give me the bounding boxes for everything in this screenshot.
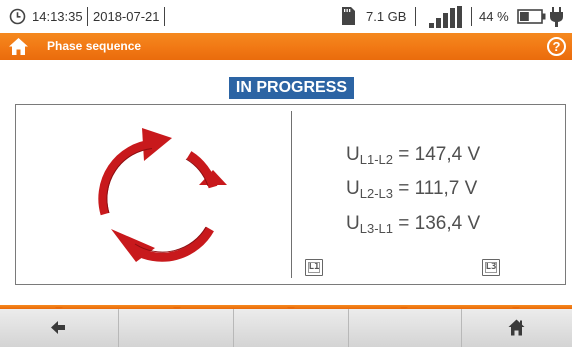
home-button[interactable] xyxy=(462,309,572,347)
signal-icon xyxy=(429,6,462,28)
status-separator xyxy=(471,7,472,26)
back-button[interactable] xyxy=(0,309,119,347)
voltage-reading: UL3-L1 = 136,4 V xyxy=(346,213,481,236)
phase-tag-l1: L1 xyxy=(305,259,323,276)
bottom-toolbar xyxy=(0,309,572,347)
status-separator xyxy=(87,7,88,26)
storage-free: 7.1 GB xyxy=(366,9,407,24)
toolbar-button-4[interactable] xyxy=(349,309,462,347)
rotation-area xyxy=(16,105,291,284)
status-bar: 14:13:35 2018-07-21 7.1 GB 44 % xyxy=(0,0,572,33)
toolbar-button-3[interactable] xyxy=(234,309,349,347)
home-icon xyxy=(508,319,525,336)
clock-date: 2018-07-21 xyxy=(93,9,160,24)
battery-percent: 44 % xyxy=(479,9,509,24)
page-title: Phase sequence xyxy=(47,39,142,53)
status-badge: IN PROGRESS xyxy=(229,77,354,99)
help-button[interactable]: ? xyxy=(547,37,566,56)
plug-icon xyxy=(550,7,563,27)
home-icon[interactable] xyxy=(8,37,29,56)
back-icon xyxy=(51,321,65,334)
status-separator xyxy=(164,7,165,26)
phase-tag-l3: L3 xyxy=(482,259,500,276)
sd-card-icon xyxy=(342,7,355,25)
clock-icon xyxy=(9,8,26,25)
clock-time: 14:13:35 xyxy=(32,9,83,24)
measurement-panel: UL1-L2 = 147,4 V UL2-L3 = 111,7 V UL3-L1… xyxy=(15,104,566,285)
help-icon: ? xyxy=(552,39,561,54)
rotation-arrows-icon xyxy=(98,128,227,262)
title-bar: Phase sequence ? xyxy=(0,33,572,60)
toolbar-button-2[interactable] xyxy=(119,309,234,347)
voltage-reading: UL2-L3 = 111,7 V xyxy=(346,178,478,201)
status-separator xyxy=(415,7,416,26)
battery-icon xyxy=(517,9,546,24)
panel-divider xyxy=(291,111,292,278)
voltage-reading: UL1-L2 = 147,4 V xyxy=(346,144,481,167)
